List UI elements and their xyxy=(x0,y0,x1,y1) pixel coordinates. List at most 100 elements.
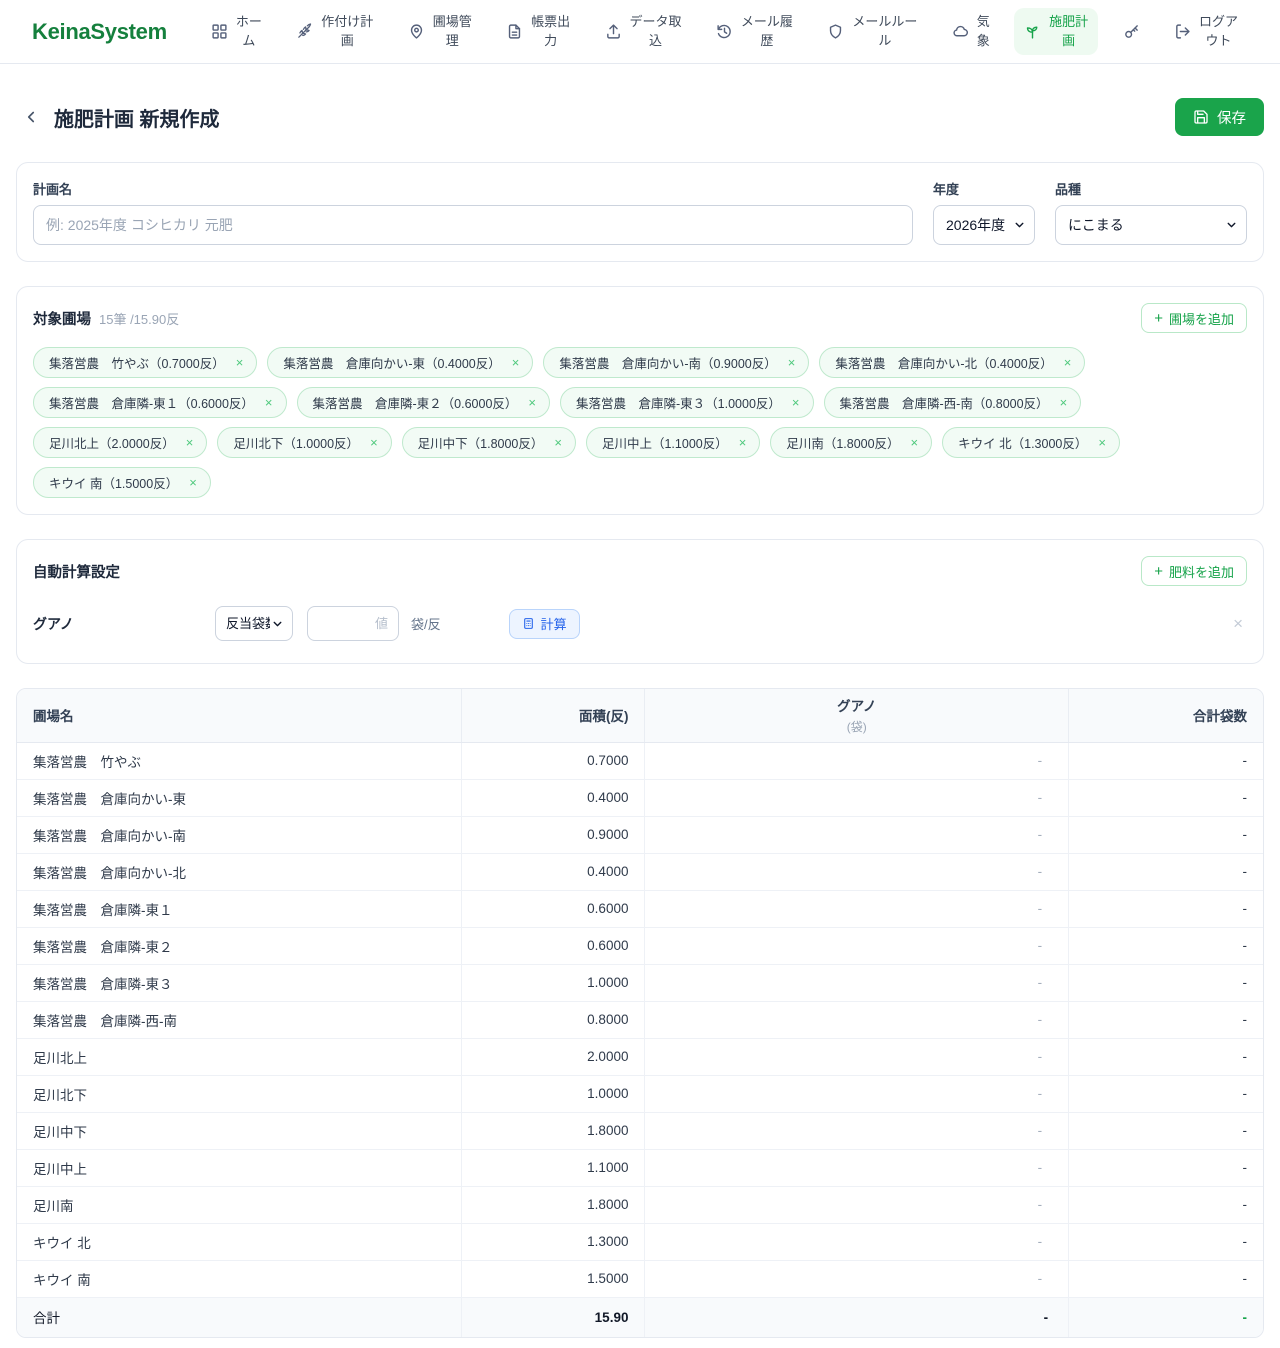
key-icon xyxy=(1123,23,1140,40)
table-row: 集落営農 倉庫向かい-北 0.4000 - - xyxy=(17,853,1263,891)
calculator-icon xyxy=(522,617,535,630)
plan-name-input[interactable] xyxy=(33,205,913,245)
field-tag-label: 足川北下（1.0000反） xyxy=(233,437,360,451)
remove-field-icon[interactable]: × xyxy=(1060,396,1068,409)
total-area: 15.90 xyxy=(461,1296,645,1337)
cell-total: - xyxy=(1068,779,1263,817)
nav-item-fertilization-plan[interactable]: 施肥計 画 xyxy=(1014,8,1099,55)
nav-item-label: データ取 込 xyxy=(629,14,682,48)
field-tag: 集落営農 竹やぶ（0.7000反） × xyxy=(33,347,258,378)
remove-field-icon[interactable]: × xyxy=(370,436,378,449)
cell-total: - xyxy=(1068,816,1263,854)
table-row: 足川中上 1.1000 - - xyxy=(17,1149,1263,1187)
field-tag-list: 集落営農 竹やぶ（0.7000反） × 集落営農 倉庫向かい-東（0.4000反… xyxy=(33,347,1247,498)
nav-item-password[interactable] xyxy=(1113,18,1150,45)
nav-item-mail-rules[interactable]: メールルー ル xyxy=(817,8,927,54)
cell-area: 0.6000 xyxy=(461,890,645,928)
nav-item-mail-history[interactable]: メール履 歴 xyxy=(706,8,803,54)
remove-field-icon[interactable]: × xyxy=(739,436,747,449)
remove-field-icon[interactable]: × xyxy=(554,436,562,449)
calc-value-input[interactable] xyxy=(307,606,399,641)
cell-field-name: 足川南 xyxy=(17,1186,462,1224)
cell-total: - xyxy=(1068,742,1263,780)
auto-calc-title: 自動計算設定 xyxy=(33,564,120,581)
variety-select[interactable]: にこまる xyxy=(1055,205,1247,245)
nav-item-home[interactable]: ホー ム xyxy=(201,8,272,54)
nav-item-label: ホー ム xyxy=(235,14,262,48)
field-tag: 足川中上（1.1000反） × xyxy=(585,427,761,458)
field-tag-label: 集落営農 倉庫隣-東３（1.0000反） xyxy=(576,397,781,411)
history-clock-icon xyxy=(716,23,733,40)
remove-field-icon[interactable]: × xyxy=(788,356,796,369)
cell-area: 1.0000 xyxy=(461,1075,645,1113)
nav-item-planting-plan[interactable]: 作付け計 画 xyxy=(286,8,383,54)
total-label: 合計 xyxy=(17,1296,462,1337)
target-fields-summary: 15筆 /15.90反 xyxy=(99,311,180,327)
grid-icon xyxy=(211,23,228,40)
add-field-button[interactable]: + 圃場を追加 xyxy=(1141,303,1247,333)
field-tag: 集落営農 倉庫隣-東３（1.0000反） × xyxy=(560,387,814,418)
field-tag-label: 集落営農 倉庫隣-西-南（0.8000反） xyxy=(839,397,1049,411)
remove-field-icon[interactable]: × xyxy=(1064,356,1072,369)
field-tag: 足川北下（1.0000反） × xyxy=(217,427,392,458)
remove-field-icon[interactable]: × xyxy=(528,396,536,409)
shield-icon xyxy=(827,23,844,40)
remove-fertilizer-icon[interactable]: × xyxy=(1229,614,1247,634)
table-row: 集落営農 倉庫隣-東３ 1.0000 - - xyxy=(17,964,1263,1002)
fertilizer-name: グアノ xyxy=(33,615,74,632)
cell-total: - xyxy=(1068,1149,1263,1187)
remove-field-icon[interactable]: × xyxy=(236,356,244,369)
remove-field-icon[interactable]: × xyxy=(792,396,800,409)
remove-field-icon[interactable]: × xyxy=(186,436,194,449)
remove-field-icon[interactable]: × xyxy=(189,476,197,489)
nav-item-field-management[interactable]: 圃場管 理 xyxy=(398,8,482,54)
table-row: 集落営農 倉庫隣-東２ 0.6000 - - xyxy=(17,927,1263,965)
field-tag: 集落営農 倉庫隣-西-南（0.8000反） × xyxy=(823,387,1082,418)
nav-item-report-output[interactable]: 帳票出 力 xyxy=(496,8,580,54)
cell-area: 0.6000 xyxy=(461,927,645,965)
table-row: 集落営農 倉庫向かい-東 0.4000 - - xyxy=(17,779,1263,817)
cell-guano: - xyxy=(644,927,1069,965)
add-field-button-label: 圃場を追加 xyxy=(1168,311,1234,327)
remove-field-icon[interactable]: × xyxy=(265,396,273,409)
cell-guano: - xyxy=(644,742,1069,780)
save-button[interactable]: 保存 xyxy=(1175,98,1264,136)
total-bags: - xyxy=(1068,1296,1263,1337)
field-tag-label: 集落営農 倉庫向かい-東（0.4000反） xyxy=(283,357,501,371)
nav-item-weather[interactable]: 気 象 xyxy=(942,8,1000,54)
remove-field-icon[interactable]: × xyxy=(1098,436,1106,449)
year-select[interactable]: 2026年度 xyxy=(933,205,1035,245)
calc-mode-select[interactable]: 反当袋数 xyxy=(215,606,293,641)
plus-icon: + xyxy=(1154,309,1163,327)
year-label: 年度 xyxy=(933,182,960,197)
field-tag-label: 足川北上（2.0000反） xyxy=(49,437,175,451)
field-tag: 足川北上（2.0000反） × xyxy=(33,427,208,458)
remove-field-icon[interactable]: × xyxy=(512,356,520,369)
cell-guano: - xyxy=(644,1001,1069,1039)
cell-area: 1.8000 xyxy=(461,1186,645,1224)
save-button-label: 保存 xyxy=(1217,110,1246,127)
cell-field-name: 集落営農 倉庫隣-東３ xyxy=(17,964,462,1002)
field-tag: 集落営農 倉庫向かい-北（0.4000反） × xyxy=(819,347,1086,378)
back-button[interactable] xyxy=(18,104,44,130)
total-guano: - xyxy=(644,1296,1069,1337)
add-fertilizer-button[interactable]: + 肥料を追加 xyxy=(1141,556,1247,586)
title-row: 施肥計画 新規作成 保存 xyxy=(18,98,1264,136)
cell-total: - xyxy=(1068,890,1263,928)
field-tag-label: 集落営農 竹やぶ（0.7000反） xyxy=(49,357,225,371)
table-row: 足川北上 2.0000 - - xyxy=(17,1038,1263,1076)
cell-field-name: 集落営農 倉庫向かい-東 xyxy=(17,779,462,817)
field-tag: 集落営農 倉庫隣-東２（0.6000反） × xyxy=(296,387,550,418)
table-row: キウイ 南 1.5000 - - xyxy=(17,1260,1263,1298)
save-icon xyxy=(1193,109,1209,125)
remove-field-icon[interactable]: × xyxy=(911,436,919,449)
nav-item-data-import[interactable]: データ取 込 xyxy=(595,8,692,54)
nav-item-logout[interactable]: ログア ウト xyxy=(1164,8,1248,54)
cell-total: - xyxy=(1068,1112,1263,1150)
cell-total: - xyxy=(1068,964,1263,1002)
cell-area: 0.7000 xyxy=(461,742,645,780)
cell-area: 1.1000 xyxy=(461,1149,645,1187)
fertilizer-row: グアノ 反当袋数 袋/反 計算 × xyxy=(33,606,1247,641)
table-row: 足川南 1.8000 - - xyxy=(17,1186,1263,1224)
calculate-button[interactable]: 計算 xyxy=(508,608,580,639)
